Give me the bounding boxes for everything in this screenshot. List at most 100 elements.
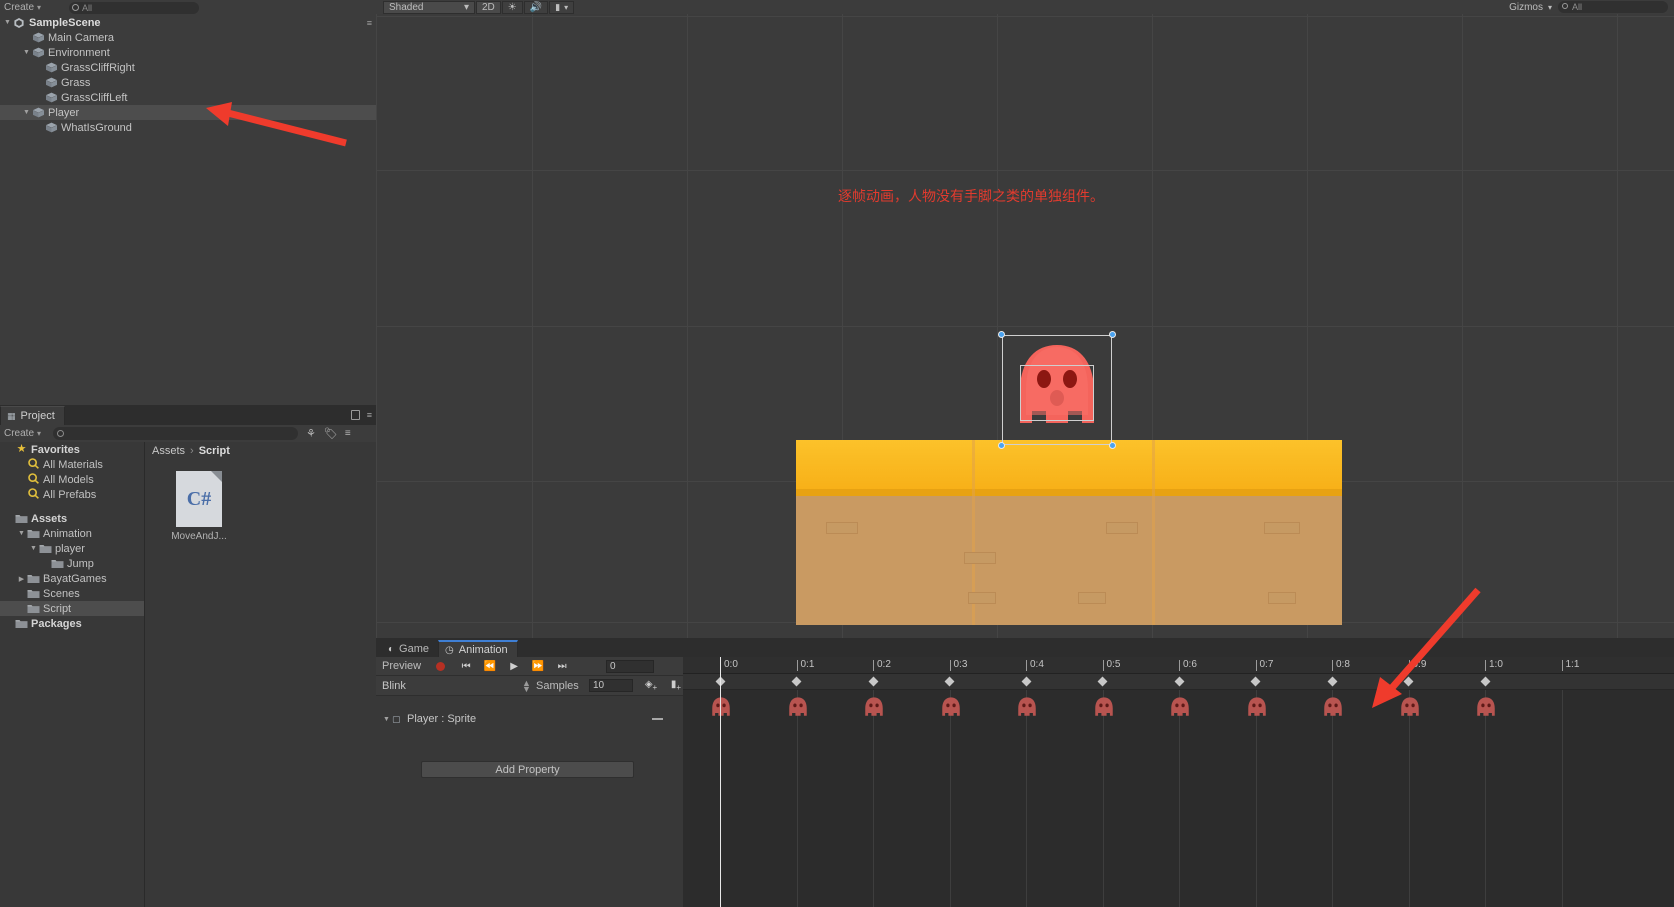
hierarchy-scene-root[interactable]: ▼ SampleScene ≡ — [0, 15, 376, 30]
hierarchy-item-grasscliffright[interactable]: ▶ GrassCliffRight — [0, 60, 376, 75]
sprite-keyframe-thumbnail[interactable] — [937, 695, 965, 724]
clip-dropdown[interactable]: Blink — [382, 680, 406, 692]
keyframe-marker[interactable] — [1021, 676, 1031, 687]
resize-handle-tl[interactable] — [998, 331, 1005, 338]
project-tree-item-all-materials[interactable]: ▶ All Materials — [0, 457, 144, 472]
scene-audio-toggle[interactable]: 🔊 — [523, 0, 549, 14]
keyframe-marker[interactable] — [944, 676, 955, 687]
project-tree-item-favorites[interactable]: ▶★ Favorites — [0, 442, 144, 457]
sprite-keyframe-thumbnail[interactable] — [1090, 695, 1118, 724]
project-menu-icon[interactable]: ≡ — [345, 428, 351, 439]
project-tree-item-animation[interactable]: ▼ Animation — [0, 526, 144, 541]
add-keyframe-icon[interactable]: ◈+ — [641, 679, 661, 693]
clip-caret-icon[interactable]: ▲ ▼ — [522, 679, 531, 694]
timeline-ruler[interactable]: 0:0 0:1 0:2 0:3 0:4 0:5 0:6 0:7 0:8 0:9 1:0 1:1 — [683, 657, 1674, 674]
gizmos-dropdown[interactable]: Gizmos ▾ — [1504, 1, 1557, 14]
keyframe-marker[interactable] — [868, 676, 878, 687]
prev-frame-button[interactable]: ⏪ — [478, 661, 502, 672]
resize-handle-bl[interactable] — [998, 442, 1005, 449]
hierarchy-create-button[interactable]: Create — [4, 2, 34, 13]
player-selection[interactable] — [998, 331, 1116, 449]
record-icon[interactable] — [436, 661, 446, 671]
sprite-keyframe-thumbnail[interactable] — [784, 695, 812, 724]
scene-fx-dropdown[interactable]: ▮ ▾ — [549, 0, 575, 14]
animation-timeline[interactable]: 0:0 0:1 0:2 0:3 0:4 0:5 0:6 0:7 0:8 0:9 1:0 1:1 — [683, 657, 1674, 907]
project-tree-item-all-prefabs[interactable]: ▶ All Prefabs — [0, 487, 144, 502]
asset-item[interactable]: C# MoveAndJ... — [167, 471, 231, 542]
last-frame-button[interactable]: ⏭ — [550, 661, 574, 672]
project-folder-tree[interactable]: ▶★Favorites▶All Materials▶All Models▶All… — [0, 442, 144, 907]
play-button[interactable]: ▶ — [502, 661, 526, 672]
project-tree-item-bayatgames[interactable]: ▶ BayatGames — [0, 571, 144, 586]
draw-mode-dropdown[interactable]: Shaded ▾ — [383, 0, 475, 14]
chevron-down-icon[interactable]: ▼ — [21, 49, 32, 56]
tab-project[interactable]: ▦ Project — [0, 406, 65, 425]
sprite-keyframe-thumbnail[interactable] — [1166, 695, 1194, 724]
current-frame-input[interactable]: 0 — [606, 660, 654, 673]
project-tree-item-scenes[interactable]: ▶ Scenes — [0, 586, 144, 601]
project-tree-item-player[interactable]: ▼ player — [0, 541, 144, 556]
lock-icon[interactable] — [351, 410, 360, 420]
preview-button[interactable]: Preview — [382, 660, 421, 672]
panel-menu-icon[interactable]: ≡ — [367, 410, 372, 420]
asset-grid[interactable]: C# MoveAndJ... — [145, 459, 376, 542]
breadcrumb-item-assets[interactable]: Assets — [152, 445, 185, 457]
next-frame-button[interactable]: ⏩ — [526, 661, 550, 672]
chevron-down-icon[interactable]: ▼ — [28, 545, 39, 552]
keyframe-marker[interactable] — [1403, 676, 1414, 687]
project-tree-item-jump[interactable]: ▶ Jump — [0, 556, 144, 571]
property-row-player-sprite[interactable]: ▼ ▢ Player : Sprite — [376, 708, 683, 730]
project-tree-item-script[interactable]: ▶ Script — [0, 601, 144, 616]
sprite-keyframe-lane[interactable] — [683, 690, 1674, 907]
keyframe-marker[interactable] — [1174, 676, 1184, 687]
sprite-keyframe-thumbnail[interactable] — [1472, 695, 1500, 724]
filter-by-type-icon[interactable]: ⚘ — [306, 427, 316, 440]
tab-animation[interactable]: ◷ Animation — [438, 640, 518, 658]
chevron-down-icon[interactable]: ▼ — [16, 530, 27, 537]
chevron-right-icon[interactable]: ▶ — [16, 575, 27, 583]
hierarchy-item-player[interactable]: ▼ Player — [0, 105, 376, 120]
tab-game[interactable]: ◐ Game — [382, 640, 438, 658]
hierarchy-item-environment[interactable]: ▼ Environment — [0, 45, 376, 60]
timeline-playhead[interactable] — [720, 657, 721, 907]
keyframe-marker[interactable] — [1327, 676, 1337, 687]
hierarchy-search-input[interactable]: All — [69, 1, 200, 14]
filter-by-label-icon[interactable]: 🏷 — [324, 427, 338, 440]
scene-lighting-toggle[interactable]: ☀ — [501, 0, 523, 14]
chevron-down-icon[interactable]: ▼ — [2, 19, 13, 26]
project-create-button[interactable]: Create — [4, 428, 34, 439]
chevron-down-icon[interactable]: ▾ — [37, 3, 41, 12]
chevron-down-icon[interactable]: ▾ — [37, 429, 41, 438]
scene-search-input[interactable]: All — [1558, 1, 1668, 13]
project-tree-item-assets[interactable]: ▶ Assets — [0, 511, 144, 526]
first-frame-button[interactable]: ⏮ — [454, 661, 478, 672]
hierarchy-tree[interactable]: ▼SampleScene≡▶Main Camera▼Environment▶Gr… — [0, 15, 376, 405]
project-search-input[interactable] — [53, 427, 299, 440]
hierarchy-item-whatisground[interactable]: ▶ WhatIsGround — [0, 120, 376, 135]
two-d-toggle[interactable]: 2D — [476, 0, 501, 14]
keyframe-marker[interactable] — [1480, 676, 1490, 687]
project-tree-item-packages[interactable]: ▶ Packages — [0, 616, 144, 631]
hierarchy-item-grass[interactable]: ▶ Grass — [0, 75, 376, 90]
chevron-down-icon[interactable]: ▼ — [21, 109, 32, 116]
keyframe-lane[interactable] — [683, 674, 1674, 690]
sprite-keyframe-thumbnail[interactable] — [860, 695, 888, 724]
property-options-icon[interactable] — [652, 718, 663, 720]
sprite-keyframe-thumbnail[interactable] — [707, 695, 735, 724]
keyframe-marker[interactable] — [791, 676, 802, 687]
add-property-button[interactable]: Add Property — [421, 761, 634, 778]
samples-input[interactable]: 10 — [589, 679, 633, 692]
scene-canvas[interactable]: 逐帧动画，人物没有手脚之类的单独组件。 — [376, 14, 1674, 638]
project-tree-item-all-models[interactable]: ▶ All Models — [0, 472, 144, 487]
sprite-keyframe-thumbnail[interactable] — [1396, 695, 1424, 724]
sprite-keyframe-thumbnail[interactable] — [1319, 695, 1347, 724]
keyframe-marker[interactable] — [1097, 676, 1108, 687]
panel-menu-icon[interactable]: ≡ — [367, 18, 372, 28]
chevron-down-icon[interactable]: ▼ — [381, 716, 392, 723]
breadcrumb-item-script[interactable]: Script — [199, 445, 230, 457]
keyframe-marker[interactable] — [1250, 676, 1261, 687]
hierarchy-item-grasscliffleft[interactable]: ▶ GrassCliffLeft — [0, 90, 376, 105]
resize-handle-br[interactable] — [1109, 442, 1116, 449]
resize-handle-tr[interactable] — [1109, 331, 1116, 338]
hierarchy-item-main-camera[interactable]: ▶ Main Camera — [0, 30, 376, 45]
